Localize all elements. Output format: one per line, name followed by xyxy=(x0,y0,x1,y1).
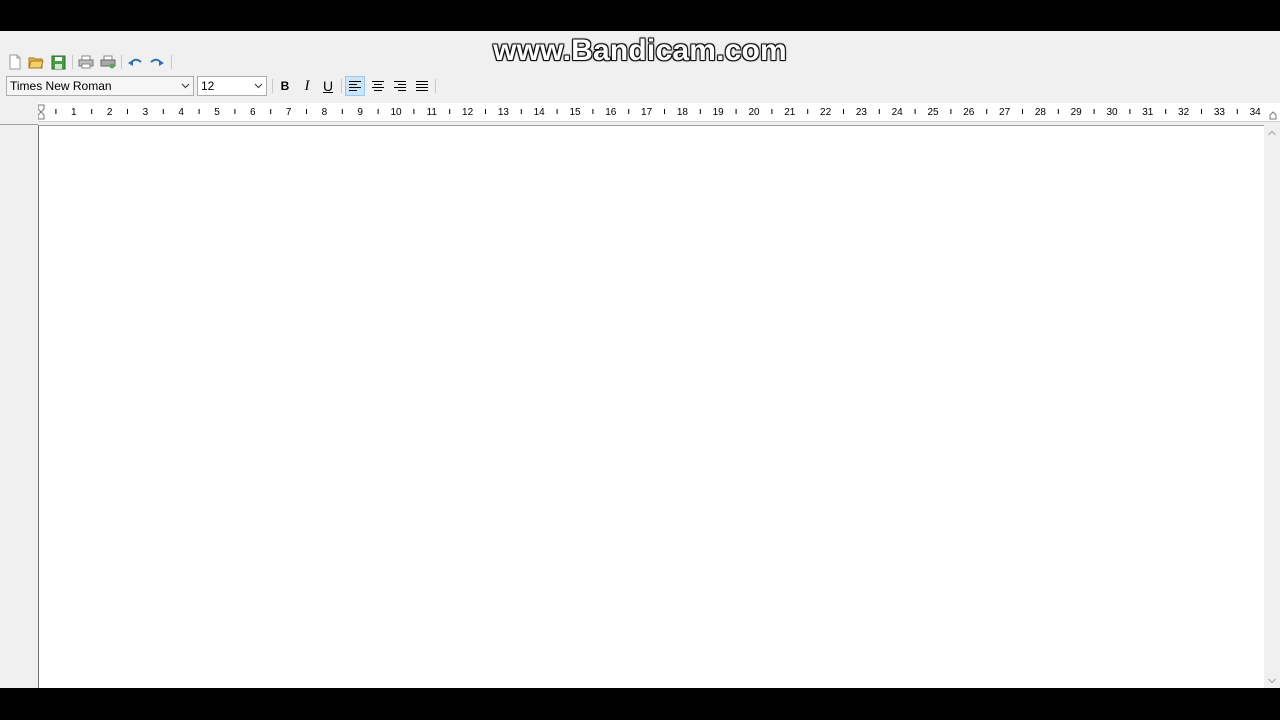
letterbox-bottom xyxy=(0,688,1280,720)
scroll-up-icon[interactable] xyxy=(1268,130,1276,136)
ruler-label: 26 xyxy=(963,107,975,118)
align-left-icon xyxy=(349,81,361,91)
italic-button[interactable]: I xyxy=(297,76,317,96)
ruler-label: 3 xyxy=(143,107,149,118)
ruler-label: 22 xyxy=(820,107,832,118)
ruler-label: 24 xyxy=(892,107,904,118)
first-line-indent-marker[interactable] xyxy=(37,104,45,113)
horizontal-ruler[interactable]: 1 2 3 4 5 6 7 8 9 10 11 12 13 14 15 16 17 18 19 20 21 22 23 24 2… xyxy=(37,103,1280,122)
ruler-label: 28 xyxy=(1035,107,1047,118)
ruler-label: 8 xyxy=(322,107,328,118)
font-family-value: Times New Roman xyxy=(10,79,112,93)
undo-icon[interactable] xyxy=(126,53,144,71)
ruler-label: 16 xyxy=(605,107,617,118)
ruler-corner xyxy=(0,103,38,121)
ruler-label: 13 xyxy=(498,107,510,118)
align-right-icon xyxy=(394,81,406,91)
ruler-label: 18 xyxy=(677,107,689,118)
divider xyxy=(0,124,38,125)
align-center-icon xyxy=(372,81,384,91)
ruler-label: 11 xyxy=(427,107,438,118)
new-document-icon[interactable] xyxy=(6,53,24,71)
toolbar-separator xyxy=(171,55,172,69)
formatting-toolbar: Times New Roman 12 B I U xyxy=(0,75,1280,99)
toolbar-separator xyxy=(72,55,73,69)
toolbar-separator xyxy=(435,79,436,93)
chevron-down-icon xyxy=(181,83,190,89)
ruler-label: 6 xyxy=(250,107,256,118)
print-preview-icon[interactable] xyxy=(77,53,95,71)
ruler-label: 1 xyxy=(71,107,77,118)
ruler-label: 5 xyxy=(214,107,220,118)
justify-icon xyxy=(416,81,428,91)
ruler-label: 32 xyxy=(1178,107,1190,118)
ruler-label: 7 xyxy=(286,107,292,118)
ruler-label: 31 xyxy=(1142,107,1154,118)
ruler-scale: 1 2 3 4 5 6 7 8 9 10 11 12 13 14 15 16 17 18 19 20 21 22 23 24 2… xyxy=(37,104,1277,120)
underline-button[interactable]: U xyxy=(318,76,338,96)
ruler-label: 9 xyxy=(357,107,363,118)
word-processor-window: Times New Roman 12 B I U 123456789 10 11… xyxy=(0,31,1280,688)
font-size-value: 12 xyxy=(201,79,215,93)
toolbar-separator xyxy=(341,79,342,93)
chevron-down-icon xyxy=(254,83,263,89)
align-right-button[interactable] xyxy=(390,76,410,96)
ruler-label: 33 xyxy=(1214,107,1226,118)
ruler-label: 10 xyxy=(390,107,402,118)
right-indent-marker[interactable] xyxy=(1269,111,1277,120)
bold-button[interactable]: B xyxy=(275,76,295,96)
ruler-label: 19 xyxy=(713,107,725,118)
ruler-label: 21 xyxy=(784,107,796,118)
font-size-select[interactable]: 12 xyxy=(197,76,267,96)
ruler-label: 20 xyxy=(748,107,760,118)
ruler-label: 29 xyxy=(1071,107,1083,118)
left-indent-marker[interactable] xyxy=(37,111,45,120)
font-family-select[interactable]: Times New Roman xyxy=(6,76,194,96)
print-icon[interactable] xyxy=(99,53,117,71)
ruler-label: 25 xyxy=(927,107,939,118)
standard-toolbar xyxy=(0,49,1280,75)
ruler-label: 2 xyxy=(107,107,113,118)
ruler-label: 4 xyxy=(178,107,184,118)
redo-icon[interactable] xyxy=(148,53,166,71)
align-left-button[interactable] xyxy=(345,76,365,96)
ruler-label: 34 xyxy=(1250,107,1262,118)
save-icon[interactable] xyxy=(49,53,67,71)
ruler-label: 30 xyxy=(1106,107,1118,118)
ruler-label: 14 xyxy=(534,107,546,118)
open-folder-icon[interactable] xyxy=(27,53,45,71)
ruler-label: 12 xyxy=(462,107,474,118)
ruler-label: 15 xyxy=(569,107,581,118)
ruler-label: 23 xyxy=(856,107,868,118)
scroll-down-icon[interactable] xyxy=(1268,678,1276,684)
justify-button[interactable] xyxy=(412,76,432,96)
vertical-scrollbar[interactable] xyxy=(1264,125,1280,688)
align-center-button[interactable] xyxy=(368,76,388,96)
ruler-label: 27 xyxy=(999,107,1011,118)
toolbar-separator xyxy=(121,55,122,69)
ruler-label: 17 xyxy=(641,107,653,118)
document-editor[interactable] xyxy=(38,125,1264,688)
toolbar-separator xyxy=(272,79,273,93)
document-content[interactable] xyxy=(39,126,1264,688)
